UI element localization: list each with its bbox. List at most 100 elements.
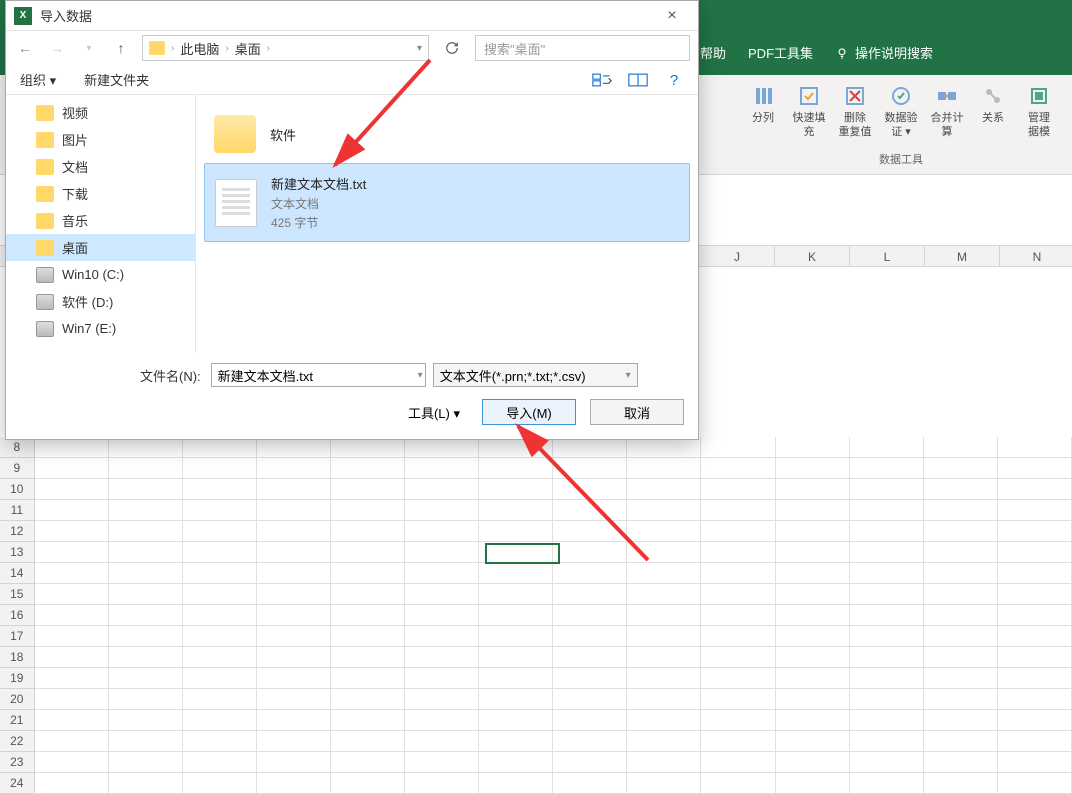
cell[interactable]	[627, 437, 701, 458]
cell[interactable]	[331, 710, 405, 731]
cell[interactable]	[924, 584, 998, 605]
cell[interactable]	[998, 605, 1072, 626]
row-header[interactable]: 20	[0, 689, 35, 710]
cell[interactable]	[35, 626, 109, 647]
cell[interactable]	[701, 458, 775, 479]
cell[interactable]	[701, 521, 775, 542]
cell[interactable]	[627, 563, 701, 584]
cell[interactable]	[331, 689, 405, 710]
path-dropdown-icon[interactable]: ▾	[417, 43, 422, 54]
cell[interactable]	[109, 563, 183, 584]
search-input[interactable]: 搜索"桌面"	[475, 35, 690, 61]
cell[interactable]	[35, 437, 109, 458]
dialog-titlebar[interactable]: X 导入数据 ×	[6, 1, 698, 31]
cell[interactable]	[627, 542, 701, 563]
cell[interactable]	[701, 563, 775, 584]
cell[interactable]	[553, 479, 627, 500]
cell[interactable]	[405, 584, 479, 605]
cell[interactable]	[257, 773, 331, 794]
cell[interactable]	[850, 437, 924, 458]
cell[interactable]	[109, 605, 183, 626]
cell[interactable]	[183, 458, 257, 479]
cell[interactable]	[850, 647, 924, 668]
file-item[interactable]: 新建文本文档.txt文本文档425 字节	[204, 163, 690, 242]
cell[interactable]	[850, 689, 924, 710]
cell[interactable]	[405, 689, 479, 710]
sidebar-item[interactable]: Win7 (E:)	[6, 315, 195, 342]
new-folder-button[interactable]: 新建文件夹	[84, 70, 149, 89]
cell[interactable]	[479, 752, 553, 773]
cell[interactable]	[331, 731, 405, 752]
cell[interactable]	[924, 773, 998, 794]
cell[interactable]	[998, 710, 1072, 731]
cell[interactable]	[924, 731, 998, 752]
cell[interactable]	[701, 626, 775, 647]
cell[interactable]	[924, 752, 998, 773]
cell[interactable]	[701, 479, 775, 500]
cell[interactable]	[183, 647, 257, 668]
cell[interactable]	[479, 710, 553, 731]
cell[interactable]	[183, 542, 257, 563]
cell[interactable]	[35, 647, 109, 668]
cell[interactable]	[701, 731, 775, 752]
cell[interactable]	[627, 626, 701, 647]
cell[interactable]	[776, 479, 850, 500]
cell[interactable]	[257, 752, 331, 773]
tools-menu[interactable]: 工具(L) ▾	[400, 401, 468, 424]
cell[interactable]	[35, 731, 109, 752]
import-button[interactable]: 导入(M)	[482, 399, 576, 425]
cell[interactable]	[331, 437, 405, 458]
nav-forward-button[interactable]: →	[46, 37, 68, 59]
ribbon-button[interactable]: 删除 重复值	[832, 81, 878, 141]
cell[interactable]	[850, 479, 924, 500]
cell[interactable]	[998, 731, 1072, 752]
cell[interactable]	[183, 752, 257, 773]
cell[interactable]	[850, 521, 924, 542]
cell[interactable]	[850, 584, 924, 605]
cell[interactable]	[331, 668, 405, 689]
cell[interactable]	[776, 605, 850, 626]
cell[interactable]	[553, 500, 627, 521]
cell[interactable]	[998, 563, 1072, 584]
sidebar-item[interactable]: 软件 (D:)	[6, 288, 195, 315]
cell[interactable]	[405, 542, 479, 563]
cell[interactable]	[257, 437, 331, 458]
ribbon-button[interactable]: 数据验 证 ▾	[878, 81, 924, 141]
cell[interactable]	[257, 542, 331, 563]
cell[interactable]	[553, 731, 627, 752]
cell[interactable]	[183, 689, 257, 710]
close-button[interactable]: ×	[652, 4, 692, 28]
cell[interactable]	[257, 710, 331, 731]
cancel-button[interactable]: 取消	[590, 399, 684, 425]
cell[interactable]	[183, 500, 257, 521]
cell[interactable]	[553, 773, 627, 794]
cell[interactable]	[257, 626, 331, 647]
row-header[interactable]: 10	[0, 479, 35, 500]
cell[interactable]	[924, 563, 998, 584]
cell[interactable]	[701, 710, 775, 731]
cell[interactable]	[405, 773, 479, 794]
cell[interactable]	[479, 479, 553, 500]
tab-pdf[interactable]: PDF工具集	[748, 43, 813, 62]
cell[interactable]	[924, 647, 998, 668]
recent-dropdown[interactable]: ▾	[78, 37, 100, 59]
cell[interactable]	[109, 710, 183, 731]
cell[interactable]	[553, 689, 627, 710]
cell[interactable]	[183, 584, 257, 605]
preview-pane-button[interactable]	[628, 72, 648, 88]
cell[interactable]	[35, 563, 109, 584]
cell[interactable]	[701, 500, 775, 521]
cell[interactable]	[701, 542, 775, 563]
cell[interactable]	[850, 668, 924, 689]
row-header[interactable]: 8	[0, 437, 35, 458]
cell[interactable]	[405, 458, 479, 479]
cell[interactable]	[627, 584, 701, 605]
cell[interactable]	[553, 542, 627, 563]
cell[interactable]	[257, 668, 331, 689]
cell[interactable]	[405, 647, 479, 668]
row-header[interactable]: 24	[0, 773, 35, 794]
cell[interactable]	[35, 500, 109, 521]
cell[interactable]	[479, 437, 553, 458]
cell[interactable]	[924, 542, 998, 563]
cell[interactable]	[553, 647, 627, 668]
